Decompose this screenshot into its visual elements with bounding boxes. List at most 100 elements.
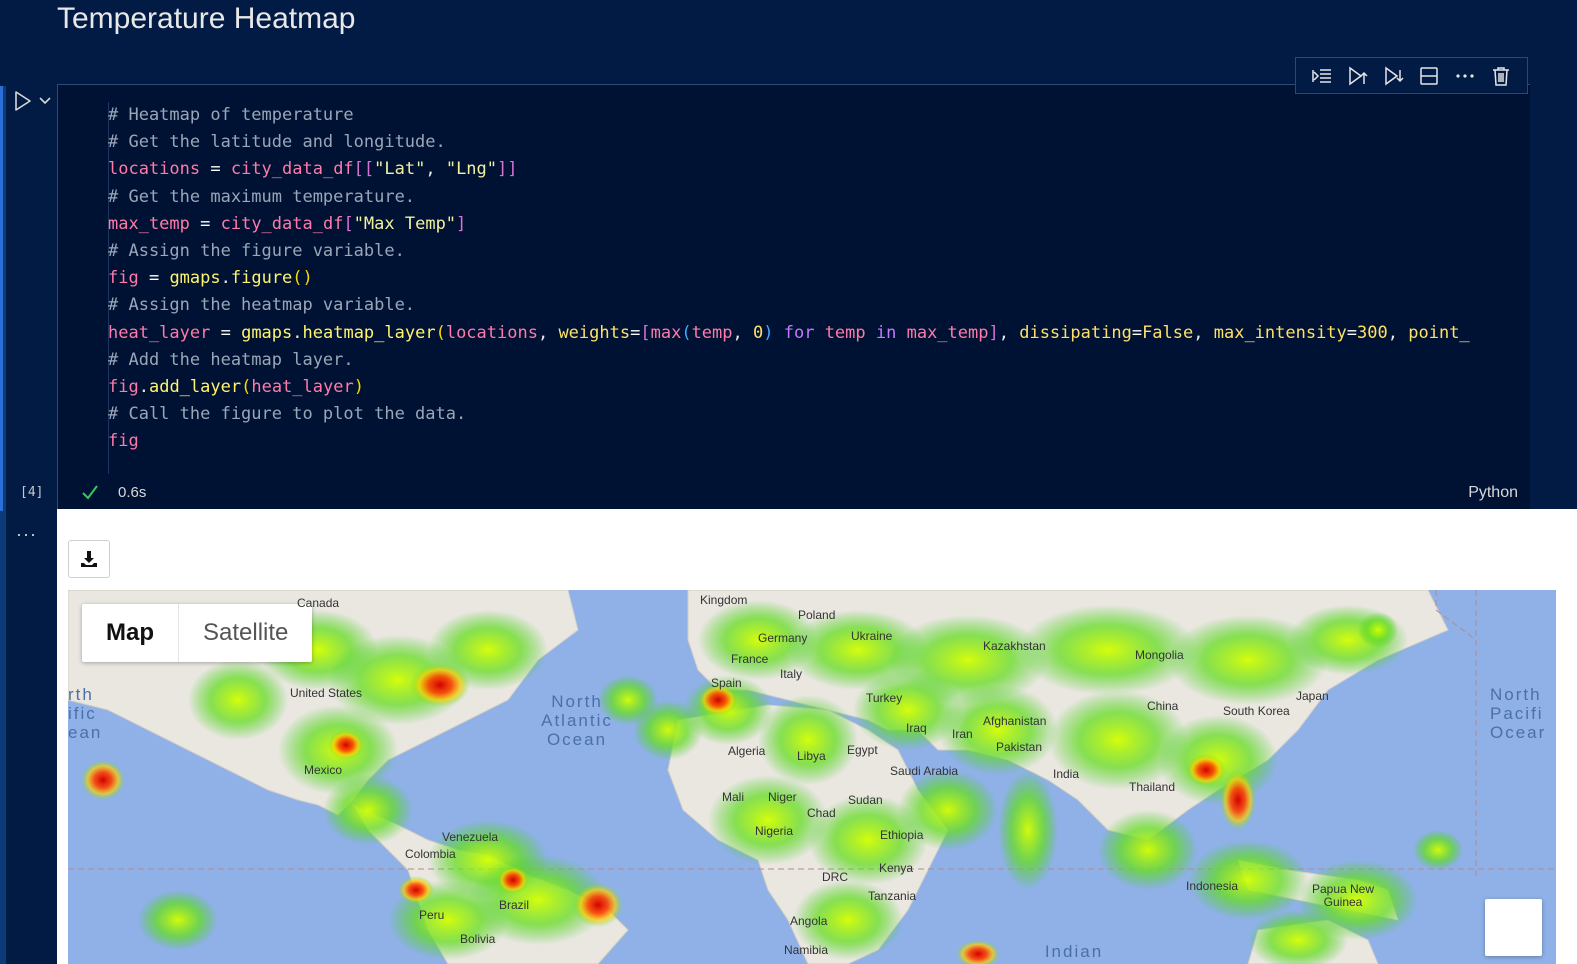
code-token: add_layer <box>148 376 242 397</box>
more-icon <box>1456 73 1474 78</box>
code-token: ] <box>988 322 999 343</box>
download-icon <box>81 551 97 567</box>
code-token: dissipating <box>1019 322 1132 343</box>
code-token: , <box>537 322 559 343</box>
run-above-icon <box>1348 66 1368 85</box>
code-token: "Lat" <box>374 159 426 180</box>
map-label-indonesia: Indonesia <box>1186 879 1239 893</box>
code-token: . <box>220 268 231 289</box>
map-label-mongolia: Mongolia <box>1135 648 1184 662</box>
code-line: fig = gmaps.figure() <box>108 265 1470 292</box>
code-token: () <box>292 268 313 289</box>
ocean-label-north-pacific-east: North Pacifi Ocear <box>1490 685 1547 742</box>
execute-above-button[interactable] <box>1310 64 1334 88</box>
map-label-ukraine: Ukraine <box>851 629 893 643</box>
ocean-label-north-pacific-west: rth ific ean <box>68 685 103 742</box>
code-token: fig <box>108 431 139 452</box>
code-token: temp <box>824 322 866 343</box>
code-token: , <box>425 159 446 180</box>
code-token: # Assign the heatmap variable. <box>108 295 416 316</box>
code-token: fig <box>108 376 139 397</box>
map-type-map-button[interactable]: Map <box>82 604 179 662</box>
code-token: ]] <box>497 159 518 180</box>
chevron-down-icon <box>39 97 51 105</box>
code-token: heatmap_layer <box>302 322 436 343</box>
code-token: , <box>1387 322 1409 343</box>
map-label-thailand: Thailand <box>1129 780 1176 794</box>
code-token: max_temp <box>906 322 989 343</box>
code-token: = <box>200 159 231 180</box>
code-line: # Heatmap of temperature <box>108 102 1470 129</box>
code-token: point_ <box>1408 322 1470 343</box>
split-cell-button[interactable] <box>1417 64 1441 88</box>
active-cell-indicator <box>0 86 3 511</box>
map-type-satellite-button[interactable]: Satellite <box>179 604 312 662</box>
run-above-button[interactable] <box>1346 64 1370 88</box>
cell-toolbar <box>1295 57 1528 94</box>
map-label-nigeria: Nigeria <box>755 824 794 838</box>
map-label-iran: Iran <box>952 727 973 741</box>
map-type-control: Map Satellite <box>82 604 313 662</box>
cell-output: Map Satellite Canada Kingdom Poland Germ… <box>57 509 1577 964</box>
map-label-niger: Niger <box>768 790 797 804</box>
code-token: [ <box>343 213 354 234</box>
execution-time: 0.6s <box>118 484 147 501</box>
map-label-bolivia: Bolivia <box>460 932 496 946</box>
map-label-ethiopia: Ethiopia <box>880 828 924 842</box>
map-label-mali: Mali <box>722 790 745 804</box>
code-token: = <box>189 213 221 234</box>
output-more-button[interactable]: ··· <box>16 524 37 545</box>
ocean-label-north-atlantic: North Atlantic Ocean <box>541 692 613 749</box>
run-options-dropdown[interactable] <box>38 94 52 108</box>
map-label-algeria: Algeria <box>728 744 766 758</box>
check-icon <box>82 485 98 500</box>
download-button[interactable] <box>68 540 110 578</box>
map-label-spain: Spain <box>711 676 742 690</box>
code-token: ) <box>763 322 774 343</box>
code-line: # Assign the figure variable. <box>108 238 1470 265</box>
map-label-kingdom: Kingdom <box>700 593 748 607</box>
map-label-poland: Poland <box>798 608 836 622</box>
code-line: max_temp = city_data_df["Max Temp"] <box>108 211 1470 238</box>
code-token: fig <box>108 268 139 289</box>
code-token: 300 <box>1357 322 1388 343</box>
run-below-button[interactable] <box>1382 64 1406 88</box>
cell-language[interactable]: Python <box>1468 484 1518 502</box>
map-label-drc: DRC <box>822 870 848 884</box>
map-label-india: India <box>1053 767 1080 781</box>
code-token: weights <box>558 322 631 343</box>
map-label-canada: Canada <box>297 596 340 610</box>
map-label-iraq: Iraq <box>906 721 927 735</box>
code-token: # Add the heatmap layer. <box>108 349 354 370</box>
code-token: [[ <box>353 159 375 180</box>
run-below-icon <box>1384 66 1404 85</box>
code-token: max <box>650 322 682 343</box>
delete-cell-button[interactable] <box>1489 64 1513 88</box>
code-token: heat_layer <box>108 322 211 343</box>
map-label-namibia: Namibia <box>784 943 829 957</box>
code-editor[interactable]: # Heatmap of temperature # Get the latitu… <box>108 102 1470 455</box>
map-label-turkey: Turkey <box>866 691 903 705</box>
code-token: "Lng" <box>445 159 498 180</box>
code-line: locations = city_data_df[["Lat", "Lng"]] <box>108 156 1470 183</box>
cell-gutter <box>0 86 6 964</box>
heatmap-map[interactable]: Map Satellite Canada Kingdom Poland Germ… <box>68 590 1556 964</box>
code-token: max_intensity <box>1213 322 1347 343</box>
code-token: in <box>865 322 907 343</box>
code-token: ( <box>241 376 252 397</box>
run-cell-button[interactable] <box>12 90 34 112</box>
map-label-saudi-arabia: Saudi Arabia <box>890 764 959 778</box>
map-label-libya: Libya <box>797 749 826 763</box>
map-label-kazakhstan: Kazakhstan <box>983 639 1046 653</box>
code-token: ( <box>435 322 446 343</box>
more-actions-button[interactable] <box>1453 64 1477 88</box>
code-token: city_data_df <box>220 213 344 234</box>
code-token: = <box>630 322 641 343</box>
split-cell-icon <box>1420 66 1439 85</box>
code-line: fig <box>108 428 1470 455</box>
ocean-label-indian: Indian <box>1044 942 1104 961</box>
fullscreen-control[interactable] <box>1485 899 1542 956</box>
map-label-peru: Peru <box>419 908 445 922</box>
code-cell[interactable]: # Heatmap of temperature # Get the latitu… <box>57 84 1530 509</box>
execution-count: [4] <box>20 485 44 500</box>
